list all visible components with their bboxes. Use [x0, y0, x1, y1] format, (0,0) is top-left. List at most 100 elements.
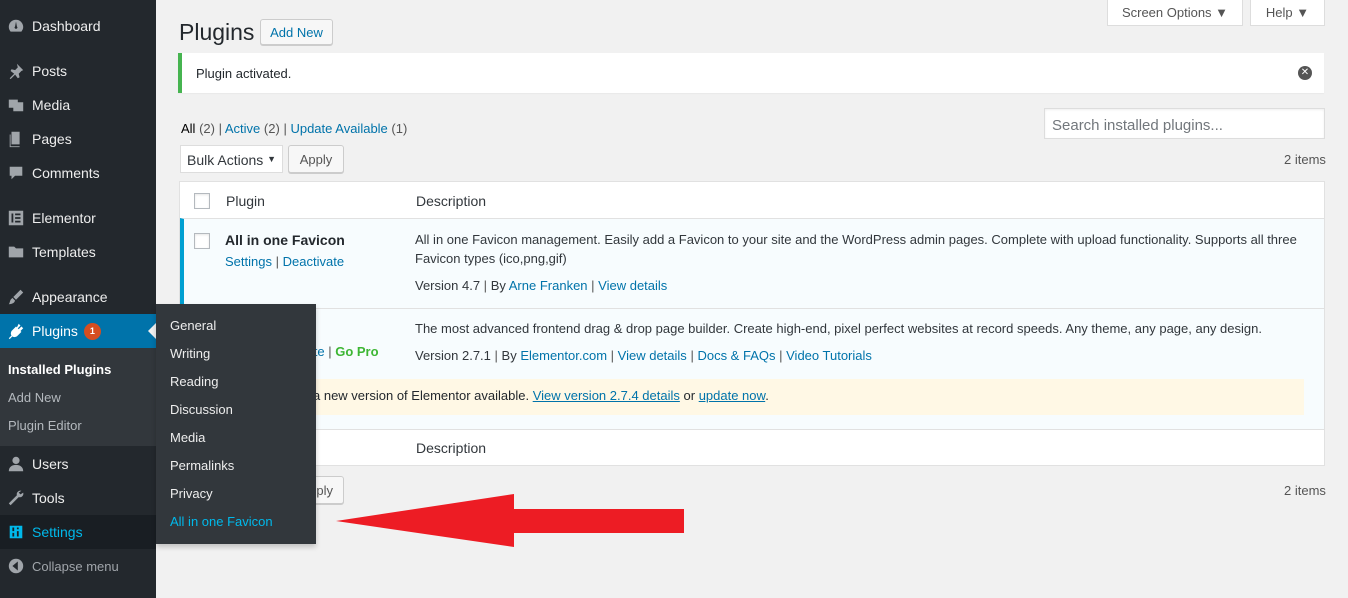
select-value: Bulk Actions	[187, 152, 264, 168]
deactivate-link[interactable]: Deactivate	[283, 254, 344, 269]
menu-plugins[interactable]: Plugins 1	[0, 314, 156, 348]
view-version-details-link[interactable]: View version 2.7.4 details	[533, 388, 680, 403]
menu-settings[interactable]: Settings	[0, 515, 156, 549]
plugin-meta: Version 2.7.1 | By Elementor.com | View …	[415, 346, 872, 366]
menu-label: Elementor	[32, 210, 96, 226]
filter-count: (1)	[391, 121, 408, 136]
menu-media[interactable]: Media	[0, 88, 156, 122]
search-input[interactable]: Search installed plugins...	[1044, 108, 1325, 139]
menu-templates[interactable]: Templates	[0, 235, 156, 269]
help-button[interactable]: Help ▼	[1250, 0, 1325, 26]
plugin-description: All in one Favicon management. Easily ad…	[415, 232, 1297, 247]
menu-label: Settings	[32, 524, 83, 540]
plugin-description-cont: Favicon types (ico,png,gif)	[415, 251, 567, 266]
menu-label: Pages	[32, 131, 72, 147]
column-description: Description	[416, 440, 487, 456]
user-icon	[0, 455, 32, 473]
page-title: Plugins	[179, 19, 255, 45]
filter-active[interactable]: Active	[225, 121, 260, 136]
author-link[interactable]: Arne Franken	[509, 278, 588, 293]
menu-elementor[interactable]: Elementor	[0, 201, 156, 235]
plugin-meta: Version 4.7 | By Arne Franken | View det…	[415, 276, 667, 296]
flyout-privacy[interactable]: Privacy	[170, 486, 213, 501]
go-pro-link[interactable]: Go Pro	[335, 344, 378, 359]
filter-update-available[interactable]: Update Available	[290, 121, 387, 136]
add-new-button[interactable]: Add New	[260, 19, 333, 45]
flyout-media[interactable]: Media	[170, 430, 205, 445]
view-details-link[interactable]: View details	[618, 348, 687, 363]
separator: |	[283, 121, 287, 136]
menu-label: Dashboard	[32, 18, 101, 34]
flyout-writing[interactable]: Writing	[170, 346, 210, 361]
flyout-discussion[interactable]: Discussion	[170, 402, 233, 417]
dismiss-icon[interactable]: ✕	[1298, 66, 1312, 80]
item-count: 2 items	[1284, 152, 1326, 167]
menu-posts[interactable]: Posts	[0, 54, 156, 88]
flyout-reading[interactable]: Reading	[170, 374, 218, 389]
table-row: vate | Go Pro The most advanced frontend…	[180, 308, 1324, 429]
pages-icon	[0, 130, 32, 148]
update-text: a new version of Elementor available.	[313, 388, 530, 403]
menu-pages[interactable]: Pages	[0, 122, 156, 156]
settings-flyout-menu: General Writing Reading Discussion Media…	[156, 304, 316, 544]
row-checkbox[interactable]	[194, 233, 210, 249]
dropdown-arrow-icon: ▼	[267, 154, 276, 164]
plugin-status-filters: All (2) | Active (2) | Update Available …	[181, 121, 407, 136]
bulk-actions-select[interactable]: Bulk Actions ▼	[180, 145, 283, 173]
filter-count: (2)	[199, 121, 215, 136]
screen-options-button[interactable]: Screen Options ▼	[1107, 0, 1243, 26]
activation-notice: Plugin activated. ✕	[178, 53, 1324, 93]
select-all-checkbox[interactable]	[194, 193, 210, 209]
collapse-menu[interactable]: Collapse menu	[0, 549, 156, 583]
submenu-plugin-editor[interactable]: Plugin Editor	[8, 418, 82, 433]
column-description: Description	[416, 193, 487, 209]
table-footer: Description	[180, 429, 1324, 466]
column-plugin[interactable]: Plugin	[226, 193, 265, 209]
video-tutorials-link[interactable]: Video Tutorials	[786, 348, 872, 363]
plugin-name: All in one Favicon	[225, 232, 345, 248]
flyout-permalinks[interactable]: Permalinks	[170, 458, 234, 473]
submenu-installed-plugins[interactable]: Installed Plugins	[8, 362, 111, 377]
separator: |	[483, 278, 488, 293]
separator: |	[591, 278, 595, 293]
plugins-table: Plugin Description All in one Favicon Se…	[179, 181, 1325, 466]
menu-tools[interactable]: Tools	[0, 481, 156, 515]
menu-label: Comments	[32, 165, 100, 181]
update-text: .	[765, 388, 769, 403]
menu-comments[interactable]: Comments	[0, 156, 156, 190]
plugin-actions: Settings | Deactivate	[225, 252, 344, 272]
separator: |	[218, 121, 222, 136]
author-link[interactable]: Elementor.com	[520, 348, 607, 363]
by-label: By	[501, 348, 517, 363]
red-arrow-annotation	[336, 494, 684, 547]
settings-icon	[0, 523, 32, 541]
menu-dashboard[interactable]: Dashboard	[0, 9, 156, 43]
view-details-link[interactable]: View details	[598, 278, 667, 293]
flyout-general[interactable]: General	[170, 318, 216, 333]
update-now-link[interactable]: update now	[699, 388, 766, 403]
separator: |	[494, 348, 498, 363]
collapse-icon	[0, 557, 32, 575]
menu-label: Tools	[32, 490, 65, 506]
update-count-badge: 1	[83, 322, 101, 340]
brush-icon	[0, 288, 32, 306]
update-notice: a new version of Elementor available. Vi…	[180, 379, 1304, 415]
menu-label: Posts	[32, 63, 68, 79]
settings-link[interactable]: Settings	[225, 254, 272, 269]
menu-label: Plugins	[32, 323, 78, 339]
separator: |	[690, 348, 694, 363]
apply-button[interactable]: Apply	[288, 145, 344, 173]
elementor-icon	[0, 209, 32, 227]
menu-users[interactable]: Users	[0, 447, 156, 481]
submenu-add-new[interactable]: Add New	[8, 390, 61, 405]
media-icon	[0, 96, 32, 114]
menu-label: Templates	[32, 244, 96, 260]
menu-appearance[interactable]: Appearance	[0, 280, 156, 314]
filter-count: (2)	[263, 121, 280, 136]
wrench-icon	[0, 489, 32, 507]
docs-faqs-link[interactable]: Docs & FAQs	[697, 348, 775, 363]
admin-sidebar: Dashboard Posts Media Pages Comments Ele…	[0, 0, 156, 598]
filter-all[interactable]: All	[181, 121, 195, 136]
flyout-all-in-one-favicon[interactable]: All in one Favicon	[170, 514, 273, 529]
folder-icon	[0, 243, 32, 261]
